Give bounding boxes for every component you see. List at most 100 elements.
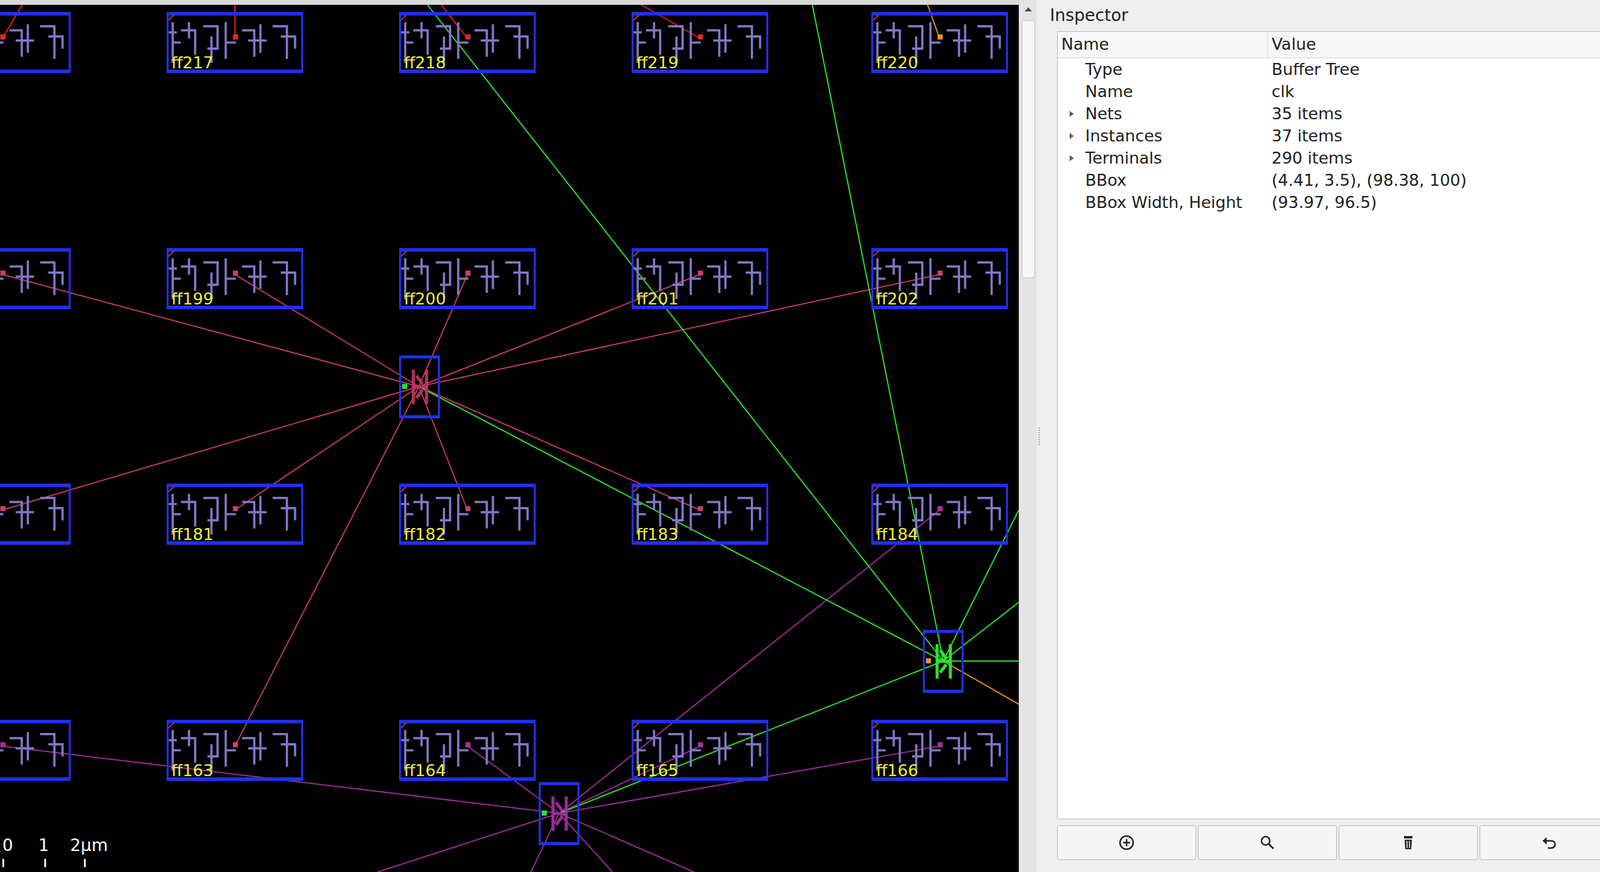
flipflop-cell[interactable]: ff217	[166, 11, 304, 74]
clock-buffer[interactable]	[399, 355, 440, 419]
property-row[interactable]: Terminals290 items	[1057, 146, 1600, 169]
clock-pin	[233, 505, 239, 512]
cell-label: ff164	[403, 762, 446, 779]
undo-button[interactable]	[1479, 825, 1600, 860]
flipflop-cell-clipped[interactable]	[0, 248, 71, 310]
clock-pin	[937, 270, 944, 276]
zoom-in-icon	[1117, 833, 1136, 852]
property-row[interactable]: Instances37 items	[1057, 124, 1600, 147]
clock-pin	[698, 34, 704, 40]
net-line[interactable]	[559, 509, 940, 814]
property-value: clk	[1268, 80, 1600, 103]
column-header[interactable]: Name	[1057, 31, 1269, 58]
flipflop-cell-clipped[interactable]	[0, 719, 71, 781]
net-line[interactable]	[418, 386, 700, 510]
property-value: 35 items	[1268, 102, 1600, 125]
flipflop-cell[interactable]: ff201	[631, 248, 769, 310]
net-line[interactable]	[943, 660, 1019, 705]
net-line[interactable]	[423, 0, 944, 661]
net-line[interactable]	[2, 274, 419, 387]
clock-pin	[698, 741, 704, 748]
scale-tick	[83, 858, 86, 868]
expand-icon[interactable]	[1057, 110, 1086, 117]
flipflop-cell-clipped[interactable]	[0, 11, 71, 74]
property-value: Buffer Tree	[1268, 58, 1600, 81]
net-line[interactable]	[2, 746, 560, 814]
flipflop-cell-clipped[interactable]	[0, 483, 71, 545]
net-line[interactable]	[811, 0, 944, 661]
clock-pin	[937, 741, 944, 748]
flipflop-cell[interactable]: ff165	[631, 719, 769, 781]
net-line[interactable]	[943, 660, 1019, 662]
property-row[interactable]: Name clk	[1057, 80, 1600, 103]
cell-label: ff219	[636, 54, 679, 71]
property-value: (93.97, 96.5)	[1268, 191, 1600, 214]
flipflop-cell[interactable]: ff202	[871, 248, 1008, 310]
property-name: Name	[1085, 80, 1134, 103]
property-name-cell: BBox	[1057, 168, 1269, 192]
canvas-top-edge	[0, 0, 1019, 5]
property-name: Nets	[1085, 102, 1122, 125]
flipflop-cell[interactable]: ff164	[399, 719, 536, 781]
property-value: (4.41, 3.5), (98.38, 100)	[1268, 168, 1600, 192]
layout-canvas[interactable]: ff217 ff218 ff219 ff220 ff199 ff200 ff201 ff202…	[0, 0, 1019, 872]
net-line[interactable]	[418, 274, 700, 387]
zoom-in-button[interactable]	[1057, 825, 1197, 860]
clock-pin	[233, 741, 239, 748]
flipflop-cell[interactable]: ff219	[631, 11, 769, 74]
property-row[interactable]: BBox(4.41, 3.5), (98.38, 100)	[1057, 168, 1600, 192]
net-line[interactable]	[234, 0, 236, 39]
net-line[interactable]	[418, 274, 940, 387]
net-line[interactable]	[234, 274, 419, 387]
property-name: Type	[1085, 58, 1123, 81]
chevron-icon[interactable]	[1069, 155, 1074, 162]
clock-pin	[0, 270, 6, 276]
property-row[interactable]: BBox Width, Height(93.97, 96.5)	[1057, 191, 1600, 214]
net-line[interactable]	[234, 386, 419, 510]
property-name-cell: Name	[1057, 80, 1269, 103]
chevron-icon[interactable]	[1069, 110, 1074, 117]
scroll-up-icon[interactable]	[1019, 0, 1037, 18]
flipflop-cell[interactable]: ff218	[399, 11, 536, 74]
net-line[interactable]	[2, 386, 419, 510]
net-line[interactable]	[377, 813, 560, 872]
scale-bar: 0 1 2μm	[1, 837, 122, 868]
property-row[interactable]: Nets 35 items	[1057, 102, 1600, 125]
property-name: Instances	[1085, 124, 1163, 147]
net-line[interactable]	[234, 386, 419, 747]
flipflop-cell[interactable]: ff181	[166, 483, 304, 545]
net-line[interactable]	[925, 0, 940, 39]
property-value: 290 items	[1268, 146, 1600, 169]
flipflop-cell[interactable]: ff199	[166, 248, 304, 310]
property-table: NameValueTypeBuffer TreeNameclkNets35 it…	[1057, 31, 1600, 820]
magnifier-button[interactable]	[1197, 825, 1337, 860]
expand-icon[interactable]	[1057, 133, 1086, 140]
column-header[interactable]: Value	[1268, 31, 1600, 58]
vertical-scrollbar[interactable]	[1018, 0, 1037, 872]
flipflop-cell[interactable]: ff200	[399, 248, 536, 310]
clock-buffer[interactable]	[922, 629, 964, 693]
flipflop-cell[interactable]: ff182	[399, 483, 536, 545]
flipflop-cell[interactable]: ff184	[871, 483, 1008, 545]
scale-label: 2μm	[70, 837, 108, 854]
scroll-thumb[interactable]	[1021, 20, 1035, 279]
net-line[interactable]	[418, 386, 944, 661]
flipflop-cell[interactable]: ff220	[871, 11, 1008, 74]
scale-label: 1	[38, 837, 50, 854]
cell-label: ff181	[171, 526, 214, 543]
clock-pin	[0, 34, 6, 40]
chevron-icon[interactable]	[1069, 133, 1074, 140]
flipflop-cell[interactable]: ff183	[631, 483, 769, 545]
flipflop-cell[interactable]: ff166	[871, 719, 1008, 781]
scale-label: 0	[2, 837, 14, 854]
property-name-cell: Instances	[1057, 124, 1269, 147]
flipflop-cell[interactable]: ff163	[166, 719, 304, 781]
undo-icon	[1540, 833, 1559, 852]
trash-button[interactable]	[1338, 825, 1478, 860]
expand-icon[interactable]	[1057, 155, 1086, 162]
clock-buffer[interactable]	[538, 782, 580, 845]
property-row[interactable]: Type Buffer Tree	[1057, 58, 1600, 81]
splitter[interactable]	[1036, 0, 1042, 872]
net-line[interactable]	[437, 0, 468, 39]
clock-pin	[0, 741, 6, 748]
